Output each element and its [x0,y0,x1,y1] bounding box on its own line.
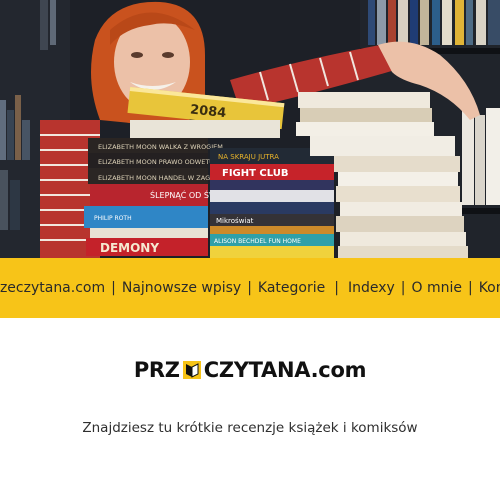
svg-text:FIGHT CLUB: FIGHT CLUB [222,168,289,179]
nav-item-contact[interactable]: Kontakt [479,280,500,296]
svg-text:PHILIP ROTH: PHILIP ROTH [94,215,132,222]
hero-photo: 2084 ELIZABETH MOON WALKA Z WROGIEM ELIZ… [0,0,500,258]
nav-item-latest-posts[interactable]: Najnowsze wpisy [122,280,241,296]
nav-separator: | [467,280,473,296]
site-tagline: Znajdziesz tu krótkie recenzje książek i… [82,420,418,436]
nav-separator: | [400,280,406,296]
hero-illustration: 2084 ELIZABETH MOON WALKA Z WROGIEM ELIZ… [0,0,500,258]
svg-text:DEMONY: DEMONY [100,241,159,255]
nav-separator: | [111,280,116,296]
nav-item-home[interactable]: Przeczytana.com [0,280,105,296]
logo-text-suffix: CZYTANA.com [203,358,367,382]
nav-separator: | [334,280,339,296]
book-stack-middle: NA SKRAJU JUTRA FIGHT CLUB Mikroświat AL… [210,148,334,258]
svg-text:NA SKRAJU JUTRA: NA SKRAJU JUTRA [218,153,279,161]
nav-separator: | [247,280,252,296]
site-logo[interactable]: PRZ CZYTANA.com [133,358,367,382]
nav-item-about[interactable]: O mnie [412,280,462,296]
svg-text:Mikroświat: Mikroświat [216,217,254,225]
brand-block: PRZ CZYTANA.com [0,358,500,382]
svg-text:ELIZABETH MOON PRAWO ODWETU: ELIZABETH MOON PRAWO ODWETU [98,158,214,166]
logo-text-prefix: PRZ [133,358,180,382]
nav-item-indexes[interactable]: Indexy [348,280,395,296]
svg-text:ELIZABETH MOON WALKA Z WROGIE: ELIZABETH MOON WALKA Z WROGIEM [98,143,223,151]
open-book-icon [181,359,203,381]
nav-item-categories[interactable]: Kategorie [258,280,325,296]
main-nav: Przeczytana.com | Najnowsze wpisy | Kate… [0,258,500,318]
nav-track: Przeczytana.com | Najnowsze wpisy | Kate… [0,258,500,318]
svg-text:ALISON BECHDEL FUN HOME: ALISON BECHDEL FUN HOME [214,238,301,245]
